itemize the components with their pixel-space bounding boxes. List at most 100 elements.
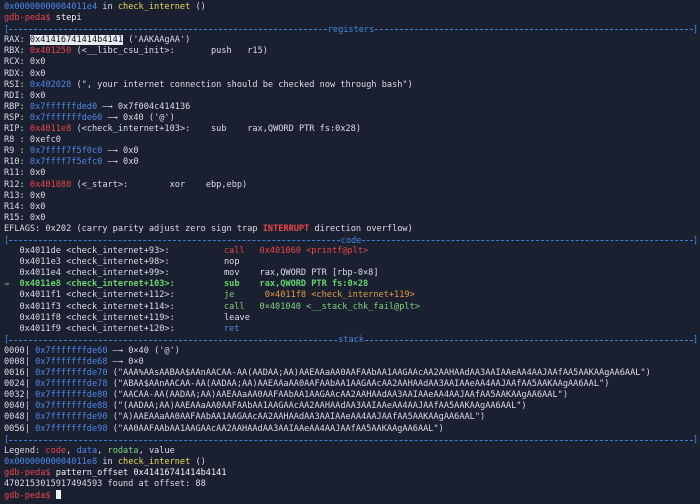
code-marker (4, 268, 20, 278)
code-marker (4, 302, 20, 312)
register-r12: R12: 0x401080 (<_start>: xor ebp,ebp) (4, 179, 248, 190)
code-line: 0x4011e3 <check_internet+98>: nop (4, 257, 698, 268)
code-address: 0x4011f8 (19, 312, 61, 323)
text-cursor[interactable] (55, 490, 61, 500)
code-line: 0x4011e4 <check_internet+99>: mov rax,QWO… (4, 268, 698, 279)
stack-bar: | (24, 390, 36, 401)
prompt-name: gdb-peda (4, 13, 46, 24)
terminal[interactable]: 0x00000000004011e4 in check_internet () … (4, 2, 698, 501)
code-separator: [code] (4, 235, 699, 246)
stack-address: 0x7fffffffde60 (35, 345, 108, 356)
registers-separator: [registers] (4, 24, 699, 35)
code-opcode: call (224, 301, 245, 312)
code-address: 0x4011f1 (19, 290, 61, 301)
code-args: 0×401040 <__stack_chk_fail@plt> (244, 301, 420, 312)
register-eflags: EFLAGS: 0x202 (carry parity adjust zero … (4, 223, 413, 234)
code-args: 0x401060 <printf@plt> (244, 246, 369, 257)
code-label: code (340, 235, 362, 246)
register-rax: RAX: 0x41416741414b4141 ('AAKAAgAA') (4, 35, 191, 46)
stack-row: 0024| 0x7fffffffde78 ("ABAA$AAnAACAA-AA(… (4, 379, 698, 390)
stack-row: 0040| 0x7fffffffde88 ("(AADAA;AA)AAEAAaA… (4, 401, 698, 412)
code-line: 0x4011f9 <check_internet+120>: ret (4, 324, 698, 335)
code-line: ⇒ 0x4011e8 <check_internet+103>: sub rax,… (4, 279, 698, 290)
register-r13: R13: 0x0 (4, 190, 46, 201)
interrupt-flag: INTERRUPT (262, 223, 310, 234)
stack-bar: | (24, 401, 36, 412)
code-marker (4, 257, 20, 267)
register-rcx: RCX: 0x0 (4, 57, 46, 68)
stack-offset: 0024 (4, 379, 25, 390)
stack-value: ("(AADAA;AA)AAEAAaAA0AAFAAbAA1AAGAAcAA2A… (112, 401, 527, 412)
code-args: 0×4011f8 <check_internet+119> (244, 290, 415, 301)
stack-row: 0008| 0x7fffffffde68 —→ 0×0 (4, 357, 698, 368)
register-r14: R14: 0x0 (4, 201, 46, 212)
code-marker (4, 313, 20, 323)
frame-address: 0x00000000004011e4 (4, 2, 98, 12)
code-address: 0x4011de (19, 246, 61, 257)
pattern-offset-result: 4702153015917494593 found at offset: 88 (4, 479, 206, 490)
frame-in: in (97, 2, 118, 12)
stack-offset: 0016 (4, 368, 25, 379)
stack-row: 0000| 0x7fffffffde60 —→ 0×40 ('@') (4, 346, 698, 357)
code-marker (4, 290, 20, 300)
stack-bar: | (24, 357, 36, 367)
prompt-line: gdb-peda$ stepi (4, 13, 698, 24)
code-marker: ⇒ (4, 279, 20, 290)
stack-arrow: —→ (107, 345, 129, 356)
code-symbol: <check_internet+99>: (60, 268, 170, 279)
stack-offset: 0056 (4, 423, 25, 434)
stack-address: 0x7fffffffde98 (35, 423, 108, 434)
code-line: 0x4011f8 <check_internet+119>: leave (4, 313, 698, 324)
command-text-2: pattern_offset 0x41416741414b4141 (55, 467, 227, 478)
stack-bar: | (24, 412, 36, 423)
prompt-line-2: gdb-peda$ pattern_offset 0x41416741414b4… (4, 467, 227, 478)
stack-offset: 0000 (4, 345, 25, 356)
stack-bar: | (24, 345, 36, 356)
disassembly: 0x4011de <check_internet+93>:call 0x4010… (4, 246, 698, 335)
stack-arrow: —→ (107, 357, 129, 367)
stack-bar: | (24, 423, 36, 434)
code-marker (4, 246, 20, 256)
stack-address: 0x7fffffffde78 (35, 379, 108, 390)
stack-row: 0032| 0x7fffffffde80 ("AACAA-AA(AADAA;AA… (4, 390, 698, 401)
legend-line: Legend: code, data, rodata, value (4, 445, 175, 456)
stack-bar: | (24, 368, 36, 379)
register-rsi: RSI: 0x402028 (", your internet connecti… (4, 79, 413, 90)
end-separator: [] (4, 435, 698, 446)
stack-bar: | (24, 379, 36, 390)
stack-label: stack (338, 335, 364, 346)
code-address: 0x4011f9 (19, 323, 61, 334)
code-symbol: <check_internet+112>: (60, 290, 175, 301)
stack-address: 0x7fffffffde80 (35, 390, 108, 401)
code-opcode: nop (224, 257, 240, 268)
code-address: 0x4011e8 (19, 279, 61, 290)
register-rdi: RDI: 0x0 (4, 90, 46, 101)
prompt-line-3[interactable]: gdb-peda$ (4, 490, 698, 501)
register-r10: R10: 0x7ffff7f5efc0 —→ 0x0 (4, 157, 139, 168)
code-opcode: ret (224, 323, 240, 334)
stack-value: ("AAA%AAsAABAA$AAnAACAA-AA(AADAA;AA)AAEA… (112, 368, 651, 379)
register-rbp: RBP: 0x7ffffffded0 —→ 0x7f004c414136 (4, 101, 191, 112)
code-line: 0x4011f3 <check_internet+114>: call 0×401… (4, 302, 698, 313)
register-rbx: RBX: 0x401250 (<__libc_csu_init>: push r… (4, 46, 268, 57)
code-opcode: leave (224, 312, 250, 323)
rax-value: 0x41416741414b4141 (29, 35, 124, 46)
code-address: 0x4011e3 (19, 257, 61, 268)
code-args: rax,QWORD PTR fs:0×28 (244, 279, 369, 290)
stack-value: 0×40 ('@') (128, 345, 180, 356)
code-symbol: <check_internet+119>: (60, 312, 175, 323)
code-args: rax,QWORD PTR [rbp-0×8] (244, 268, 379, 279)
stack-address: 0x7fffffffde68 (35, 357, 108, 367)
stack-value: ("AA0AAFAAbAA1AAGAAcAA2AAHAAdAA3AAIAAeAA… (112, 423, 444, 434)
code-symbol: <check_internet+114>: (60, 301, 175, 312)
register-r15: R15: 0x0 (4, 212, 46, 223)
register-r11: R11: 0x0 (4, 168, 46, 179)
code-symbol: <check_internet+120>: (60, 323, 175, 334)
stack-value: 0×0 (128, 357, 144, 367)
stack-row: 0016| 0x7fffffffde70 ("AAA%AAsAABAA$AAnA… (4, 368, 698, 379)
frame-function: check_internet (117, 2, 191, 12)
code-marker (4, 324, 20, 334)
stack-offset: 0040 (4, 401, 25, 412)
code-symbol: <check_internet+93>: (60, 246, 170, 257)
code-symbol: <check_internet+98>: (60, 257, 170, 268)
